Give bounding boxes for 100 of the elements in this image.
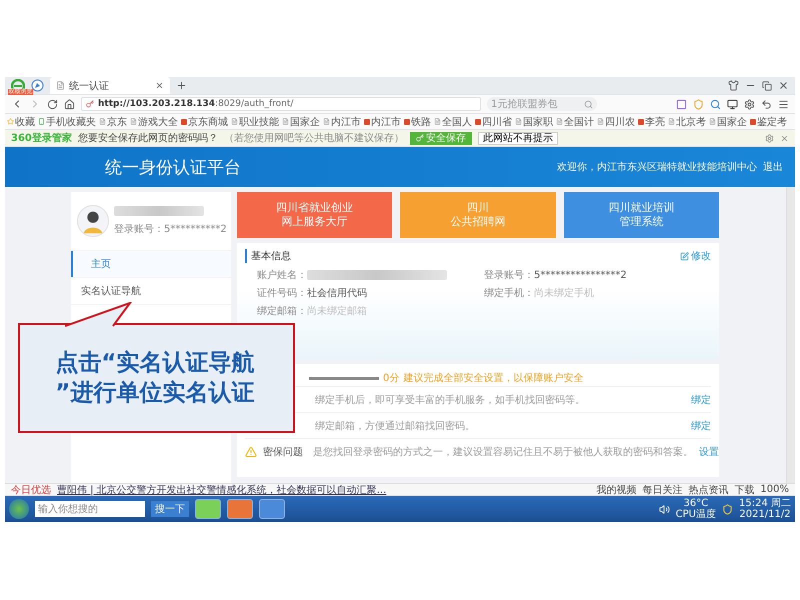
undo-icon[interactable] [761,98,772,110]
field-value: 5****************2 [534,270,627,280]
cpu-temperature-label: CPU温度 [676,509,716,520]
avatar-icon [77,205,109,237]
field-label: 证件号码： [257,287,307,300]
menu-icon[interactable] [778,98,789,110]
panel-title: 基本信息 [245,249,291,263]
password-manager-name: 360登录管家 [11,131,72,145]
phone-icon [38,118,45,125]
bookmark[interactable]: 内江市 [364,114,401,128]
status-item[interactable]: 我的视频 [596,482,636,496]
screenshot-icon[interactable] [676,98,687,110]
page-icon [282,118,289,125]
clock-date: 2021/11/2 [739,509,791,520]
volume-icon[interactable] [658,504,670,514]
security-tray-icon[interactable] [722,504,733,514]
start-button[interactable] [9,499,29,519]
account-text: 登录账号：5**********2 [114,222,227,236]
status-item[interactable]: 下载 [734,482,754,496]
save-password-hint: （若您使用网吧等公共电脑不建议保存） [224,132,404,145]
taskbar-search-field[interactable]: 输入你想搜的 [35,501,145,517]
bookmark[interactable]: 京东商城 [181,114,228,128]
reload-icon[interactable] [47,98,58,110]
welcome-text: 欢迎你，内江市东兴区瑞特就业技能培训中心 [557,160,757,174]
settings-icon[interactable] [744,98,755,110]
bookmark[interactable]: 全国计 [556,114,594,128]
bookmark[interactable]: 四川农 [597,114,635,128]
security-advice: 建议完成全部安全设置，以保障账户安全 [403,372,584,385]
page-icon [231,118,238,125]
status-item[interactable]: 热点资讯 [688,482,728,496]
bookmark[interactable]: 北京考 [668,114,706,128]
bookmark[interactable]: 内江市 [323,114,361,128]
compass-icon[interactable] [31,79,44,92]
bookmark[interactable]: 全国人 [434,114,472,128]
bookmark[interactable]: 国家职 [515,114,553,128]
site-logo-icon [181,118,187,124]
status-item[interactable]: 今日优选 [11,482,51,496]
bookmark[interactable]: 收藏 [7,114,35,128]
status-item[interactable]: 每日关注 [642,482,682,496]
field-label: 账户姓名： [257,268,307,282]
close-icon[interactable] [778,80,789,91]
address-bar[interactable]: http://103.203.218.134:8029/auth_front/ [81,97,481,111]
settings-icon[interactable] [765,134,774,142]
save-password-question: 您要安全保存此网页的密码吗？ [78,132,218,145]
close-tab-icon[interactable] [155,81,164,90]
page-icon [597,118,604,125]
edit-icon [680,252,689,260]
page-icon [56,81,65,90]
bookmark[interactable]: 国家企 [282,114,320,128]
star-icon [7,118,14,125]
page-icon [709,118,716,125]
bookmark[interactable]: 手机收藏夹 [38,114,96,128]
site-logo-icon [475,118,481,124]
never-button[interactable]: 此网站不再提示 [478,132,558,144]
security-item-desc: 绑定手机后，即可享受丰富的手机服务，如手机找回密码等。 [315,394,586,406]
home-icon[interactable] [64,98,75,110]
new-tab-icon[interactable] [176,80,187,91]
skin-icon[interactable] [728,80,739,91]
bookmark[interactable]: 李亮 [638,114,665,128]
page-icon [515,118,522,125]
tab-title: 统一认证 [69,80,109,92]
key-icon [416,134,424,142]
bookmark[interactable]: 四川省 [475,114,512,128]
search-placeholder: 1元抢联盟券包 [491,98,558,111]
page-icon [99,118,106,125]
cpu-temperature: 36°C [683,498,708,509]
field-label: 登录账号： [484,268,534,282]
field-label: 绑定手机： [484,286,534,300]
nav-item[interactable]: 实名认证导航 [71,278,231,304]
security-item-desc: 绑定邮箱，方便通过邮箱找回密码。 [315,420,476,432]
scrollbar[interactable] [786,187,795,483]
site-logo-icon [404,118,410,124]
nav-item[interactable]: 主页 [71,251,231,277]
zoom-icon[interactable] [710,98,721,110]
status-item[interactable]: 100% [760,484,789,495]
news-link[interactable]: 曹阳伟 | 北京公交警方开发出社交警情感化系统，社会数据可以自动汇聚... [57,482,386,496]
bookmark[interactable]: 铁路 [404,114,431,128]
logout-link[interactable]: 退出 [763,160,783,174]
bookmark[interactable]: 职业技能 [231,114,279,128]
site-logo-icon [750,118,756,124]
restore-icon[interactable] [762,80,772,90]
bookmark[interactable]: 鉴定考 [750,114,787,128]
search-button[interactable]: 搜一下 [151,501,189,517]
bookmark[interactable]: 游戏大全 [130,114,178,128]
page-icon [323,118,330,125]
clock-time: 15:24 周二 [739,498,791,509]
field-value: 尚未绑定手机 [534,286,594,300]
bookmark[interactable]: 国家企 [709,114,747,128]
window-icon[interactable] [727,98,738,110]
close-icon[interactable] [780,134,789,142]
page-icon [130,118,137,125]
url-text: http://103.203.218.134:8029/auth_front/ [98,99,294,109]
page-icon [668,118,675,125]
bookmark[interactable]: 京东 [99,114,127,128]
field-label: 绑定邮箱： [257,304,307,318]
security-item-name: 密保问题 [263,446,304,458]
browser-tab[interactable]: 统一认证 [50,77,170,94]
site-logo-icon [364,118,370,124]
page-icon [556,118,563,125]
site-logo-icon [638,118,644,124]
